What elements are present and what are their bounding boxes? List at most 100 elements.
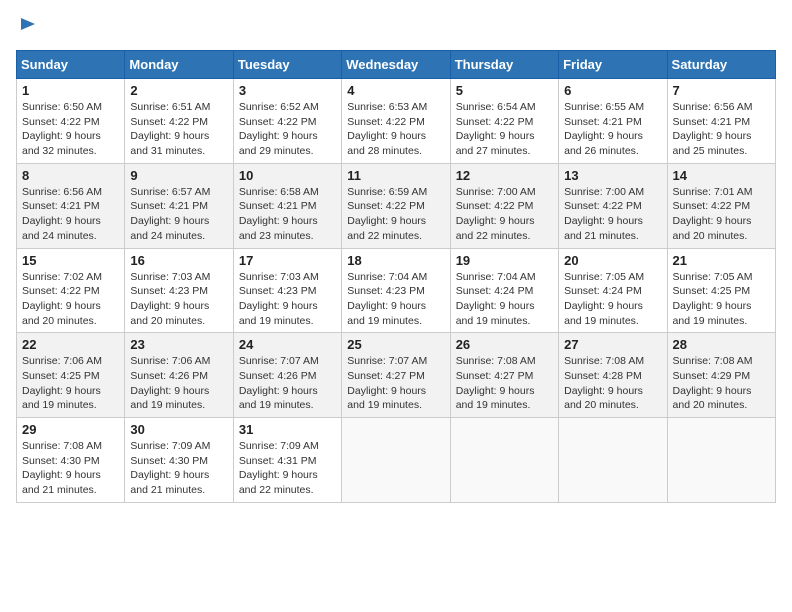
weekday-header-wednesday: Wednesday xyxy=(342,51,450,79)
day-number: 11 xyxy=(347,168,444,183)
calendar-day-cell: 2 Sunrise: 6:51 AM Sunset: 4:22 PM Daylig… xyxy=(125,79,233,164)
day-number: 17 xyxy=(239,253,336,268)
day-number: 22 xyxy=(22,337,119,352)
calendar-week-row: 22 Sunrise: 7:06 AM Sunset: 4:25 PM Dayli… xyxy=(17,333,776,418)
calendar-day-cell: 27Sunrise: 7:08 AM Sunset: 4:28 PM Dayli… xyxy=(559,333,667,418)
day-info: Sunrise: 6:51 AM Sunset: 4:22 PM Dayligh… xyxy=(130,100,227,159)
day-info: Sunrise: 7:05 AM Sunset: 4:24 PM Dayligh… xyxy=(564,270,661,329)
day-number: 19 xyxy=(456,253,553,268)
calendar-day-cell: 7 Sunrise: 6:56 AM Sunset: 4:21 PM Daylig… xyxy=(667,79,775,164)
day-number: 31 xyxy=(239,422,336,437)
day-info: Sunrise: 7:08 AM Sunset: 4:27 PM Dayligh… xyxy=(456,354,553,413)
calendar-day-cell: 3 Sunrise: 6:52 AM Sunset: 4:22 PM Daylig… xyxy=(233,79,341,164)
day-info: Sunrise: 6:50 AM Sunset: 4:22 PM Dayligh… xyxy=(22,100,119,159)
calendar-day-cell: 18 Sunrise: 7:04 AM Sunset: 4:23 PM Dayli… xyxy=(342,248,450,333)
day-number: 15 xyxy=(22,253,119,268)
weekday-header-friday: Friday xyxy=(559,51,667,79)
calendar-week-row: 1 Sunrise: 6:50 AM Sunset: 4:22 PM Daylig… xyxy=(17,79,776,164)
weekday-header-sunday: Sunday xyxy=(17,51,125,79)
day-number: 13 xyxy=(564,168,661,183)
day-info: Sunrise: 7:02 AM Sunset: 4:22 PM Dayligh… xyxy=(22,270,119,329)
day-number: 20 xyxy=(564,253,661,268)
logo-flag-icon xyxy=(18,16,38,36)
calendar-day-cell: 8Sunrise: 6:56 AM Sunset: 4:21 PM Daylig… xyxy=(17,163,125,248)
calendar-day-cell: 15 Sunrise: 7:02 AM Sunset: 4:22 PM Dayli… xyxy=(17,248,125,333)
day-info: Sunrise: 6:54 AM Sunset: 4:22 PM Dayligh… xyxy=(456,100,553,159)
weekday-header-thursday: Thursday xyxy=(450,51,558,79)
day-number: 1 xyxy=(22,83,119,98)
page-header xyxy=(16,16,776,38)
day-number: 9 xyxy=(130,168,227,183)
day-info: Sunrise: 7:07 AM Sunset: 4:26 PM Dayligh… xyxy=(239,354,336,413)
day-number: 26 xyxy=(456,337,553,352)
calendar-day-cell: 16 Sunrise: 7:03 AM Sunset: 4:23 PM Dayli… xyxy=(125,248,233,333)
day-info: Sunrise: 7:00 AM Sunset: 4:22 PM Dayligh… xyxy=(456,185,553,244)
day-info: Sunrise: 6:53 AM Sunset: 4:22 PM Dayligh… xyxy=(347,100,444,159)
day-number: 16 xyxy=(130,253,227,268)
day-number: 21 xyxy=(673,253,770,268)
weekday-header-monday: Monday xyxy=(125,51,233,79)
day-info: Sunrise: 7:00 AM Sunset: 4:22 PM Dayligh… xyxy=(564,185,661,244)
day-number: 25 xyxy=(347,337,444,352)
calendar-day-cell: 22 Sunrise: 7:06 AM Sunset: 4:25 PM Dayli… xyxy=(17,333,125,418)
calendar-header: SundayMondayTuesdayWednesdayThursdayFrid… xyxy=(17,51,776,79)
calendar-day-cell: 9 Sunrise: 6:57 AM Sunset: 4:21 PM Daylig… xyxy=(125,163,233,248)
day-number: 29 xyxy=(22,422,119,437)
day-number: 28 xyxy=(673,337,770,352)
calendar-day-cell: 28Sunrise: 7:08 AM Sunset: 4:29 PM Dayli… xyxy=(667,333,775,418)
calendar-week-row: 15 Sunrise: 7:02 AM Sunset: 4:22 PM Dayli… xyxy=(17,248,776,333)
day-info: Sunrise: 6:52 AM Sunset: 4:22 PM Dayligh… xyxy=(239,100,336,159)
calendar-day-cell: 31 Sunrise: 7:09 AM Sunset: 4:31 PM Dayli… xyxy=(233,418,341,503)
day-info: Sunrise: 6:59 AM Sunset: 4:22 PM Dayligh… xyxy=(347,185,444,244)
calendar-day-cell: 11 Sunrise: 6:59 AM Sunset: 4:22 PM Dayli… xyxy=(342,163,450,248)
day-info: Sunrise: 7:01 AM Sunset: 4:22 PM Dayligh… xyxy=(673,185,770,244)
calendar-day-cell: 17 Sunrise: 7:03 AM Sunset: 4:23 PM Dayli… xyxy=(233,248,341,333)
calendar-day-cell: 20 Sunrise: 7:05 AM Sunset: 4:24 PM Dayli… xyxy=(559,248,667,333)
day-info: Sunrise: 7:09 AM Sunset: 4:30 PM Dayligh… xyxy=(130,439,227,498)
day-info: Sunrise: 7:03 AM Sunset: 4:23 PM Dayligh… xyxy=(130,270,227,329)
day-info: Sunrise: 7:08 AM Sunset: 4:30 PM Dayligh… xyxy=(22,439,119,498)
calendar-week-row: 29 Sunrise: 7:08 AM Sunset: 4:30 PM Dayli… xyxy=(17,418,776,503)
empty-cell xyxy=(667,418,775,503)
empty-cell xyxy=(559,418,667,503)
day-info: Sunrise: 6:55 AM Sunset: 4:21 PM Dayligh… xyxy=(564,100,661,159)
day-number: 23 xyxy=(130,337,227,352)
calendar-day-cell: 10 Sunrise: 6:58 AM Sunset: 4:21 PM Dayli… xyxy=(233,163,341,248)
day-number: 2 xyxy=(130,83,227,98)
calendar-day-cell: 26 Sunrise: 7:08 AM Sunset: 4:27 PM Dayli… xyxy=(450,333,558,418)
day-number: 5 xyxy=(456,83,553,98)
day-info: Sunrise: 7:04 AM Sunset: 4:23 PM Dayligh… xyxy=(347,270,444,329)
day-info: Sunrise: 7:08 AM Sunset: 4:28 PM Dayligh… xyxy=(564,354,661,413)
day-number: 14 xyxy=(673,168,770,183)
day-number: 7 xyxy=(673,83,770,98)
weekday-header-tuesday: Tuesday xyxy=(233,51,341,79)
calendar-day-cell: 6 Sunrise: 6:55 AM Sunset: 4:21 PM Daylig… xyxy=(559,79,667,164)
day-number: 12 xyxy=(456,168,553,183)
calendar-week-row: 8Sunrise: 6:56 AM Sunset: 4:21 PM Daylig… xyxy=(17,163,776,248)
day-info: Sunrise: 7:03 AM Sunset: 4:23 PM Dayligh… xyxy=(239,270,336,329)
day-info: Sunrise: 6:58 AM Sunset: 4:21 PM Dayligh… xyxy=(239,185,336,244)
calendar-body: 1 Sunrise: 6:50 AM Sunset: 4:22 PM Daylig… xyxy=(17,79,776,503)
calendar-day-cell: 23Sunrise: 7:06 AM Sunset: 4:26 PM Dayli… xyxy=(125,333,233,418)
calendar-day-cell: 25Sunrise: 7:07 AM Sunset: 4:27 PM Dayli… xyxy=(342,333,450,418)
calendar-day-cell: 4 Sunrise: 6:53 AM Sunset: 4:22 PM Daylig… xyxy=(342,79,450,164)
day-info: Sunrise: 6:57 AM Sunset: 4:21 PM Dayligh… xyxy=(130,185,227,244)
calendar-day-cell: 5 Sunrise: 6:54 AM Sunset: 4:22 PM Daylig… xyxy=(450,79,558,164)
day-number: 18 xyxy=(347,253,444,268)
day-info: Sunrise: 6:56 AM Sunset: 4:21 PM Dayligh… xyxy=(673,100,770,159)
day-number: 4 xyxy=(347,83,444,98)
day-number: 3 xyxy=(239,83,336,98)
calendar-day-cell: 1 Sunrise: 6:50 AM Sunset: 4:22 PM Daylig… xyxy=(17,79,125,164)
calendar-day-cell: 19 Sunrise: 7:04 AM Sunset: 4:24 PM Dayli… xyxy=(450,248,558,333)
day-number: 30 xyxy=(130,422,227,437)
day-number: 6 xyxy=(564,83,661,98)
empty-cell xyxy=(450,418,558,503)
day-info: Sunrise: 7:09 AM Sunset: 4:31 PM Dayligh… xyxy=(239,439,336,498)
weekday-row: SundayMondayTuesdayWednesdayThursdayFrid… xyxy=(17,51,776,79)
day-info: Sunrise: 7:06 AM Sunset: 4:25 PM Dayligh… xyxy=(22,354,119,413)
day-number: 10 xyxy=(239,168,336,183)
day-info: Sunrise: 7:04 AM Sunset: 4:24 PM Dayligh… xyxy=(456,270,553,329)
calendar-day-cell: 21Sunrise: 7:05 AM Sunset: 4:25 PM Dayli… xyxy=(667,248,775,333)
day-number: 24 xyxy=(239,337,336,352)
calendar-day-cell: 13 Sunrise: 7:00 AM Sunset: 4:22 PM Dayli… xyxy=(559,163,667,248)
